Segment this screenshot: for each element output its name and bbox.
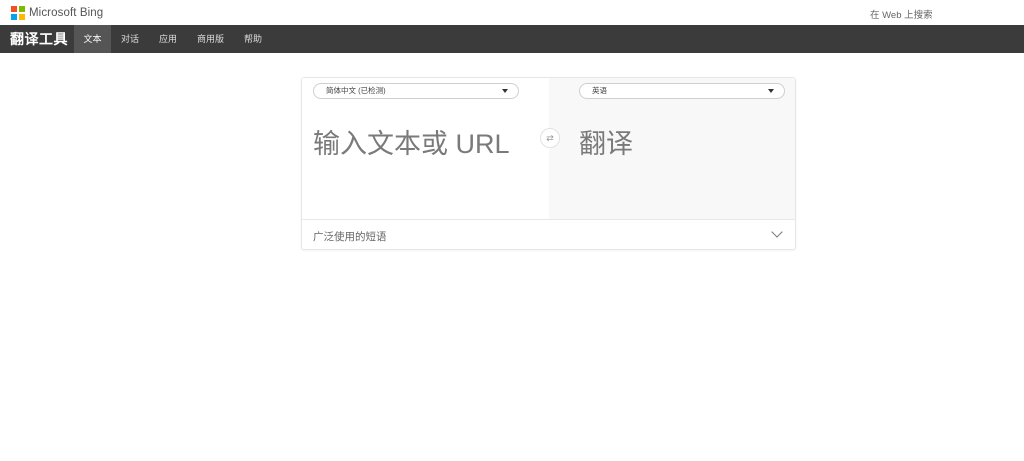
tab-conversation[interactable]: 对话 [111,25,149,53]
chevron-down-icon [771,226,783,238]
target-language-value: 英语 [592,86,607,95]
tab-help[interactable]: 帮助 [234,25,272,53]
translator-title: 翻译工具 [10,31,68,47]
microsoft-logo-icon [11,5,25,20]
source-language-value: 简体中文 (已检测) [326,86,386,95]
tab-business[interactable]: 商用版 [187,25,234,53]
web-search-link[interactable]: 在 Web 上搜索 [870,7,933,21]
common-phrases-label: 广泛使用的短语 [313,231,387,243]
tab-text[interactable]: 文本 [74,25,111,53]
target-pane: 英语 翻译 [549,78,795,219]
source-language-select[interactable]: 简体中文 (已检测) [313,83,519,99]
brand-name: Microsoft Bing [29,6,104,19]
target-language-select[interactable]: 英语 [579,83,785,99]
caret-down-icon [768,89,774,93]
top-nav: 翻译工具 文本 对话 应用 商用版 帮助 [0,25,1024,53]
microsoft-bing-logo[interactable]: Microsoft Bing [11,5,103,20]
translation-output: 翻译 [579,129,633,159]
source-text-input[interactable]: 输入文本或 URL [313,122,510,161]
swap-languages-button[interactable]: ⇄ [540,128,560,148]
brand-bar: Microsoft Bing 在 Web 上搜索 [0,0,1024,25]
common-phrases-toggle[interactable]: 广泛使用的短语 [302,219,795,250]
source-pane: 简体中文 (已检测) 输入文本或 URL [302,78,549,219]
tab-apps[interactable]: 应用 [149,25,187,53]
caret-down-icon [502,89,508,93]
translator-card: 简体中文 (已检测) 输入文本或 URL 英语 翻译 ⇄ 广泛使用的短语 [301,77,796,250]
swap-icon: ⇄ [546,132,554,143]
